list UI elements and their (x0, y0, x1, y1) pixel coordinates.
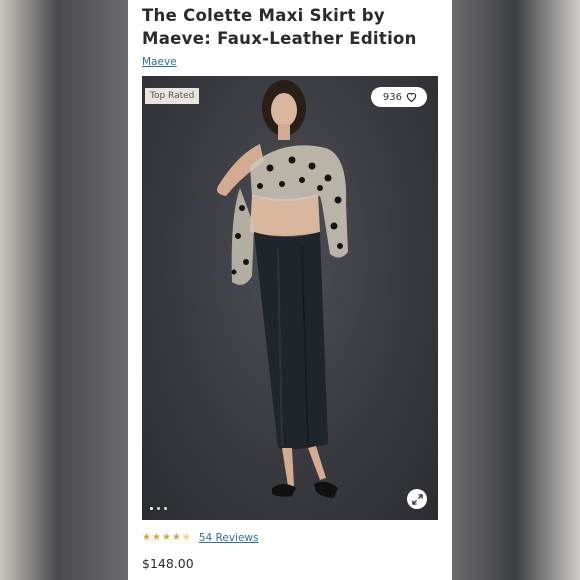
star-half-icon: ★ (181, 532, 191, 543)
top-rated-badge: Top Rated (145, 88, 200, 104)
product-title: The Colette Maxi Skirt by Maeve: Faux-Le… (142, 6, 417, 48)
gallery-dot[interactable] (150, 507, 153, 510)
expand-button[interactable] (407, 489, 427, 509)
brand-link[interactable]: Maeve (142, 56, 177, 68)
star-icon: ★ (151, 532, 161, 543)
product-panel: The Colette Maxi Skirt by Maeve: Faux-Le… (128, 0, 452, 580)
background-blur-right (452, 0, 580, 580)
like-count: 936 (382, 91, 402, 103)
background-blur-left (0, 0, 128, 580)
heart-icon (406, 92, 417, 102)
like-button[interactable]: 936 (370, 87, 427, 107)
product-image[interactable]: Top Rated 936 (142, 76, 438, 520)
expand-icon (411, 490, 423, 509)
product-price: $148.00 (142, 556, 194, 571)
rating-stars: ★ ★ ★ ★ ★ (142, 533, 191, 543)
rating-row: ★ ★ ★ ★ ★ 54 Reviews (142, 532, 438, 544)
gallery-dots (150, 507, 167, 510)
reviews-link[interactable]: 54 Reviews (199, 532, 259, 544)
gallery-dot[interactable] (164, 507, 167, 510)
star-icon: ★ (161, 532, 171, 543)
star-icon: ★ (142, 532, 151, 543)
gallery-dot[interactable] (157, 507, 160, 510)
star-icon: ★ (171, 532, 181, 543)
